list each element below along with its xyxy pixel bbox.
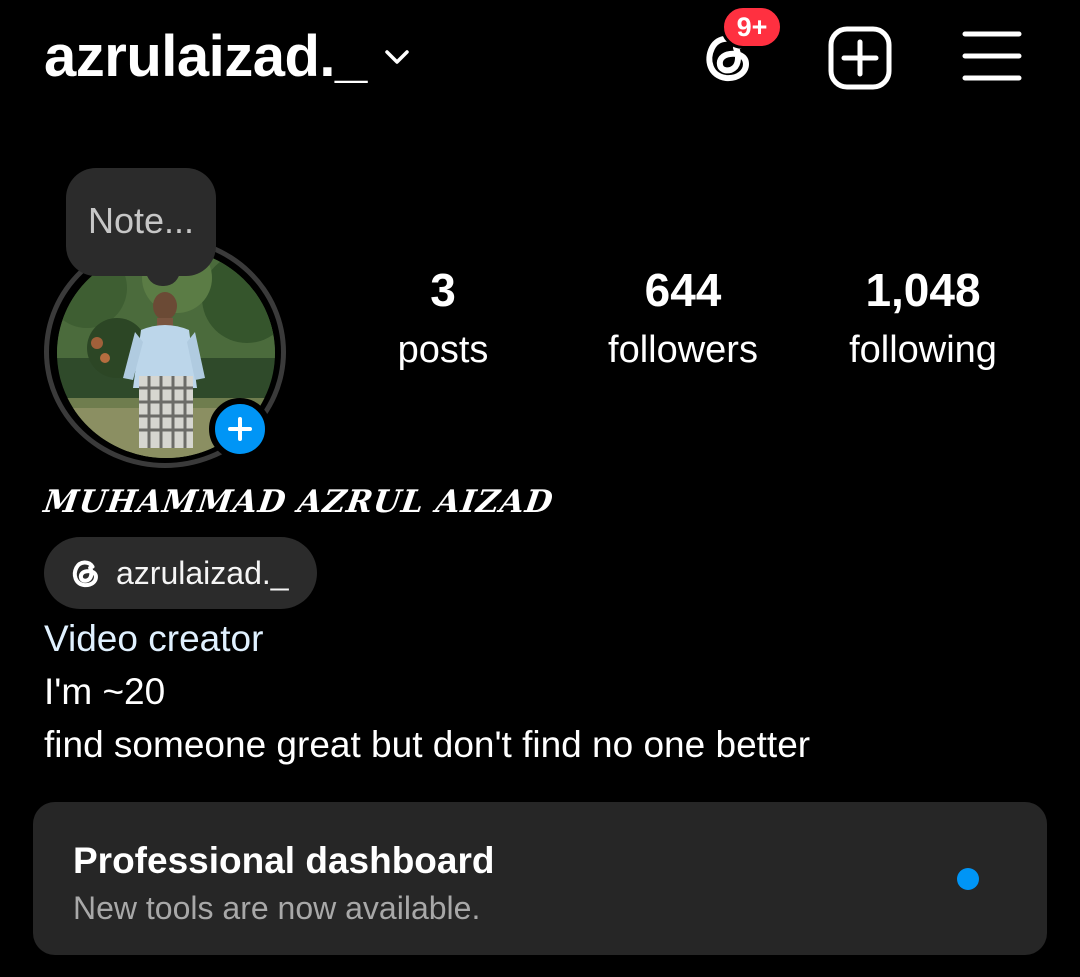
stat-label: posts [397,329,489,371]
stat-following[interactable]: 1,048 following [823,262,1023,378]
display-name: MUHAMMAD AZRUL AIZAD [41,484,556,520]
stat-label: followers [608,329,758,371]
profile-category[interactable]: Video creator [44,616,263,662]
unread-dot-icon [957,868,979,890]
threads-profile-chip[interactable]: azrulaizad._ [44,537,317,609]
bio-line: find someone great but don't find no one… [44,724,811,765]
hamburger-menu-icon[interactable] [962,28,1022,84]
stat-value: 644 [644,264,722,316]
stat-label: following [849,329,997,371]
add-story-button[interactable] [209,398,271,460]
note-bubble[interactable]: Note... [66,168,216,276]
notification-badge: 9+ [721,5,783,49]
dashboard-subtitle: New tools are now available. [73,890,481,926]
stat-value: 3 [430,264,456,316]
stat-followers[interactable]: 644 followers [583,262,783,378]
bio-line: I'm ~20 [44,671,166,712]
dashboard-title: Professional dashboard [73,840,495,881]
threads-handle: azrulaizad._ [116,554,289,591]
stat-posts[interactable]: 3 posts [343,262,543,378]
chevron-down-icon[interactable] [382,42,412,72]
plus-icon [228,417,252,441]
username-title[interactable]: azrulaizad._ [44,22,367,92]
professional-dashboard-card[interactable]: Professional dashboard New tools are now… [33,802,1047,955]
stat-value: 1,048 [865,264,981,316]
plus-square-icon[interactable] [826,24,894,92]
threads-icon [72,560,98,588]
